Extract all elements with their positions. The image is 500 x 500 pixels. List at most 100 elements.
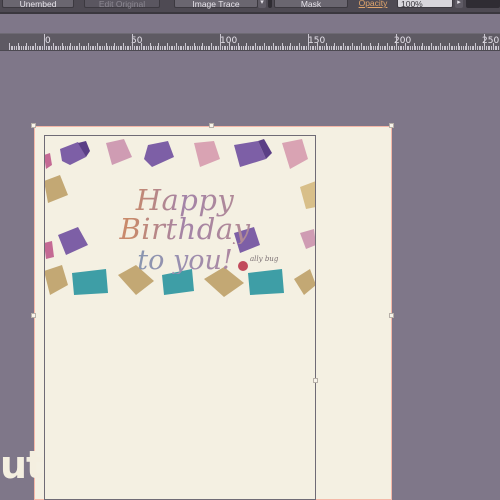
ruler-tick	[236, 46, 237, 50]
ruler-tick	[160, 46, 161, 50]
opacity-dropdown[interactable]: ▸	[455, 0, 463, 8]
ruler-tick	[431, 43, 432, 50]
ruler-tick	[167, 43, 168, 50]
unembed-button[interactable]: Unembed	[2, 0, 74, 9]
ruler-tick	[433, 46, 434, 50]
ruler-tick	[343, 43, 344, 50]
ruler-tick	[141, 43, 142, 50]
gift-icon	[44, 175, 68, 203]
ruler-tick	[475, 43, 476, 50]
ruler-tick	[276, 46, 277, 50]
ruler-tick	[285, 46, 286, 50]
image-trace-dropdown[interactable]: ▾	[258, 0, 266, 8]
ruler-tick	[202, 43, 203, 50]
ruler-tick	[146, 46, 147, 50]
ruler-tick	[195, 46, 196, 50]
ruler-tick	[216, 46, 217, 50]
ruler-tick	[489, 46, 490, 50]
ruler-tick	[107, 46, 108, 50]
ruler-tick	[410, 46, 411, 50]
ruler-tick	[352, 43, 353, 50]
ruler-tick	[30, 46, 31, 50]
ruler-tick	[442, 46, 443, 50]
ruler-tick	[40, 46, 41, 50]
ruler-tick	[283, 46, 284, 50]
ruler-tick	[389, 46, 390, 50]
ruler-tick	[65, 46, 66, 50]
ruler-label: 0	[45, 36, 51, 46]
ruler-tick	[234, 46, 235, 50]
horizontal-ruler[interactable]: 0 50 100 150 200 250	[0, 33, 500, 51]
ruler-tick	[452, 46, 453, 50]
ruler-tick	[86, 46, 87, 50]
edit-original-button[interactable]: Edit Original	[84, 0, 160, 9]
ruler-tick	[206, 46, 207, 50]
ruler-tick	[341, 46, 342, 50]
ruler-tick	[493, 43, 494, 50]
ruler-tick	[23, 46, 24, 50]
ruler-tick	[174, 46, 175, 50]
ruler-tick	[165, 46, 166, 50]
center-point-handle[interactable]	[313, 378, 318, 383]
ruler-tick	[188, 46, 189, 50]
ruler-tick	[273, 43, 274, 50]
ruler-tick	[415, 46, 416, 50]
resize-handle-top-right[interactable]	[389, 123, 394, 128]
ruler-tick	[114, 43, 115, 50]
ruler-tick	[9, 43, 10, 50]
ruler-tick	[382, 46, 383, 50]
resize-handle-top[interactable]	[209, 123, 214, 128]
gift-icon	[44, 241, 54, 259]
ruler-tick	[128, 46, 129, 50]
mask-button[interactable]: Mask	[274, 0, 348, 9]
resize-handle-top-left[interactable]	[31, 123, 36, 128]
ruler-tick	[297, 46, 298, 50]
artist-signature: ally bug	[250, 255, 279, 263]
ruler-tick	[79, 43, 80, 50]
ruler-tick	[361, 43, 362, 50]
ruler-tick	[63, 46, 64, 50]
ruler-tick	[354, 46, 355, 50]
ruler-tick	[225, 46, 226, 50]
ruler-tick	[292, 46, 293, 50]
resize-handle-left[interactable]	[31, 313, 36, 318]
ruler-tick	[280, 46, 281, 50]
ruler-tick	[211, 43, 212, 50]
gift-icon	[300, 181, 316, 209]
ruler-tick	[204, 46, 205, 50]
ruler-tick	[37, 46, 38, 50]
ruler-tick	[241, 46, 242, 50]
ruler-tick	[35, 43, 36, 50]
ruler-tick	[178, 46, 179, 50]
opacity-input[interactable]: 100%	[397, 0, 453, 9]
ruler-tick	[88, 43, 89, 50]
ruler-tick	[100, 46, 101, 50]
ruler-tick	[419, 46, 420, 50]
ruler-tick	[19, 46, 20, 50]
ruler-tick	[262, 46, 263, 50]
ruler-tick	[336, 46, 337, 50]
control-separator	[268, 0, 272, 8]
ruler-tick	[387, 43, 388, 50]
ruler-tick	[345, 46, 346, 50]
ruler-tick	[327, 46, 328, 50]
ruler-tick	[331, 46, 332, 50]
ruler-tick	[287, 46, 288, 50]
ruler-tick	[260, 46, 261, 50]
ruler-tick	[257, 46, 258, 50]
ruler-tick	[125, 46, 126, 50]
ruler-tick	[380, 46, 381, 50]
gift-icon	[106, 139, 132, 165]
ruler-tick	[398, 46, 399, 50]
opacity-label[interactable]: Opacity	[352, 0, 394, 8]
ruler-tick	[317, 43, 318, 50]
ruler-tick	[97, 43, 98, 50]
ruler-tick	[426, 46, 427, 50]
resize-handle-right[interactable]	[389, 313, 394, 318]
ruler-tick	[227, 46, 228, 50]
image-trace-button[interactable]: Image Trace	[174, 0, 258, 9]
ruler-tick	[484, 34, 485, 50]
ruler-tick	[46, 46, 47, 50]
ruler-tick	[183, 46, 184, 50]
ruler-tick	[470, 46, 471, 50]
